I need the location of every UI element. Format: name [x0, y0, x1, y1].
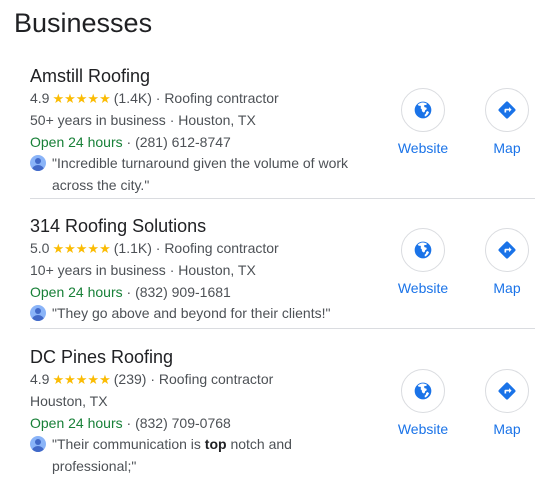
- phone-number[interactable]: · (832) 909-1681: [127, 284, 231, 300]
- website-label[interactable]: Website: [393, 420, 453, 438]
- hours-phone-line: Open 24 hours · (832) 709-0768: [30, 413, 231, 433]
- globe-icon: [414, 382, 432, 400]
- star-rating-icon: ★★★★★: [52, 91, 111, 106]
- business-category: · Roofing contractor: [155, 240, 279, 256]
- review-count[interactable]: (239): [114, 371, 147, 387]
- website-button[interactable]: Website: [393, 88, 453, 157]
- rating-line: 4.9 ★★★★★ (1.4K) · Roofing contractor: [30, 88, 279, 109]
- business-name[interactable]: 314 Roofing Solutions: [30, 214, 206, 238]
- person-avatar-icon: [30, 305, 46, 321]
- open-status: Open 24 hours: [30, 284, 123, 300]
- map-circle[interactable]: [485, 369, 529, 413]
- review-text: "Incredible turnaround given the volume …: [52, 155, 349, 193]
- rating-line: 5.0 ★★★★★ (1.1K) · Roofing contractor: [30, 238, 279, 259]
- review-highlight: top: [204, 436, 227, 452]
- website-circle[interactable]: [401, 88, 445, 132]
- review-count[interactable]: (1.1K): [114, 240, 152, 256]
- directions-icon: [498, 382, 516, 400]
- review-snippet: "Their communication is top notch and pr…: [30, 434, 330, 477]
- globe-icon: [414, 241, 432, 259]
- map-label[interactable]: Map: [477, 420, 535, 438]
- map-button[interactable]: Map: [477, 88, 535, 157]
- website-label[interactable]: Website: [393, 279, 453, 297]
- review-text: "They go above and beyond for their clie…: [52, 305, 331, 321]
- business-details: 50+ years in business · Houston, TX: [30, 112, 256, 128]
- rating-value: 5.0: [30, 240, 50, 256]
- business-name[interactable]: Amstill Roofing: [30, 64, 150, 88]
- business-details: 10+ years in business · Houston, TX: [30, 262, 256, 278]
- map-circle[interactable]: [485, 88, 529, 132]
- directions-icon: [498, 241, 516, 259]
- divider: [30, 328, 535, 329]
- phone-number[interactable]: · (832) 709-0768: [127, 415, 231, 431]
- person-avatar-icon: [30, 155, 46, 171]
- business-details: Houston, TX: [30, 393, 108, 409]
- hours-phone-line: Open 24 hours · (281) 612-8747: [30, 132, 231, 152]
- directions-icon: [498, 101, 516, 119]
- review-count[interactable]: (1.4K): [114, 90, 152, 106]
- star-rating-icon: ★★★★★: [52, 241, 111, 256]
- rating-line: 4.9 ★★★★★ (239) · Roofing contractor: [30, 369, 273, 390]
- map-button[interactable]: Map: [477, 228, 535, 297]
- website-circle[interactable]: [401, 228, 445, 272]
- open-status: Open 24 hours: [30, 134, 123, 150]
- review-text-start: "Their communication is: [52, 436, 205, 452]
- website-label[interactable]: Website: [393, 139, 453, 157]
- page-title: Businesses: [14, 8, 153, 38]
- divider: [30, 198, 535, 199]
- globe-icon: [414, 101, 432, 119]
- review-snippet: "Incredible turnaround given the volume …: [30, 153, 370, 196]
- map-button[interactable]: Map: [477, 369, 535, 438]
- business-category: · Roofing contractor: [150, 371, 274, 387]
- rating-value: 4.9: [30, 371, 50, 387]
- business-name[interactable]: DC Pines Roofing: [30, 345, 173, 369]
- review-text: "Their communication is top notch and pr…: [30, 434, 330, 477]
- map-label[interactable]: Map: [477, 139, 535, 157]
- website-button[interactable]: Website: [393, 228, 453, 297]
- map-circle[interactable]: [485, 228, 529, 272]
- map-label[interactable]: Map: [477, 279, 535, 297]
- website-circle[interactable]: [401, 369, 445, 413]
- review-snippet: "They go above and beyond for their clie…: [30, 303, 370, 325]
- open-status: Open 24 hours: [30, 415, 123, 431]
- phone-number[interactable]: · (281) 612-8747: [127, 134, 231, 150]
- rating-value: 4.9: [30, 90, 50, 106]
- person-avatar-icon: [30, 436, 46, 452]
- business-category: · Roofing contractor: [155, 90, 279, 106]
- hours-phone-line: Open 24 hours · (832) 909-1681: [30, 282, 231, 302]
- star-rating-icon: ★★★★★: [52, 372, 111, 387]
- website-button[interactable]: Website: [393, 369, 453, 438]
